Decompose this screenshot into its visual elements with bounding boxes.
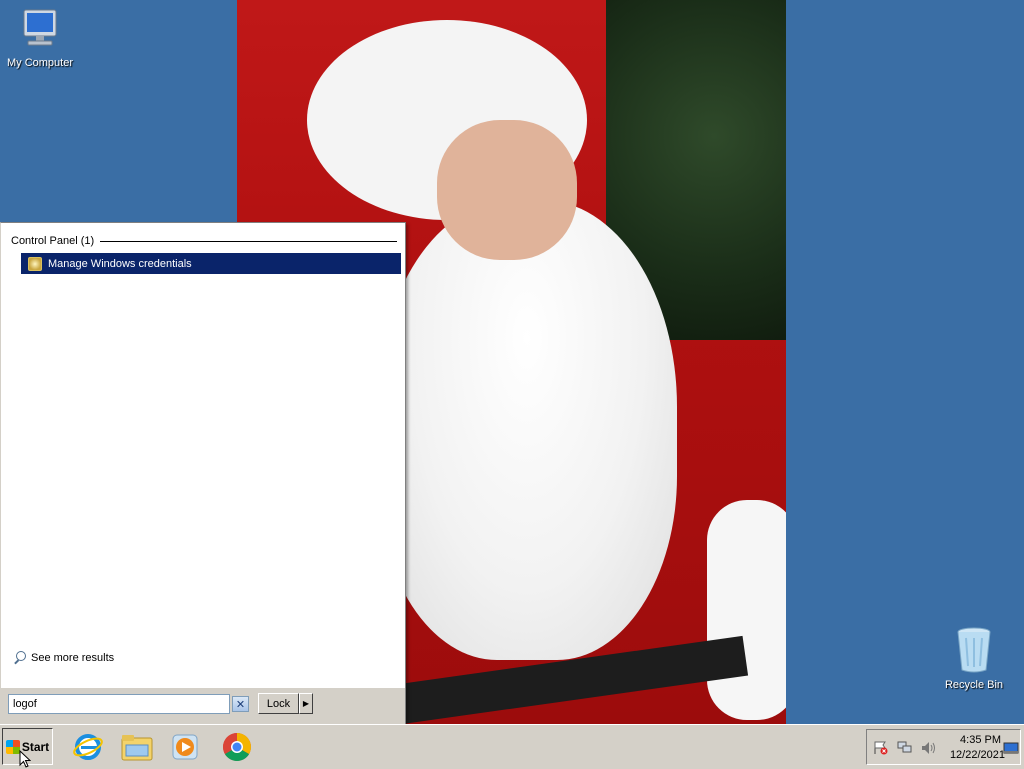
beard-shape	[377, 200, 677, 660]
clock-time[interactable]: 4:35 PM	[955, 734, 1001, 746]
search-input[interactable]	[8, 694, 230, 714]
system-tray: 4:35 PM 12/22/2021	[866, 729, 1021, 765]
taskbar-app-chrome[interactable]	[221, 731, 253, 763]
chrome-icon	[223, 733, 251, 761]
mouse-cursor-icon	[19, 750, 31, 768]
desktop-icon-label: My Computer	[6, 57, 74, 69]
see-more-results-link[interactable]: See more results	[13, 651, 114, 665]
media-player-icon	[172, 734, 198, 760]
taskbar: Start 4:35 PM 12/22/2021	[0, 724, 1024, 769]
group-header-label: Control Panel (1)	[11, 235, 95, 247]
start-menu: Control Panel (1) Manage Windows credent…	[0, 222, 406, 726]
lock-button-label: Lock	[266, 697, 291, 710]
clear-search-button[interactable]: ✕	[232, 696, 249, 712]
show-desktop-icon[interactable]	[1003, 741, 1019, 755]
search-result-label: Manage Windows credentials	[48, 257, 192, 270]
desktop-icon-label: Recycle Bin	[944, 679, 1004, 691]
clock-date[interactable]: 12/22/2021	[945, 749, 1005, 761]
taskbar-app-internet-explorer[interactable]	[72, 731, 104, 763]
lock-button[interactable]: Lock	[258, 693, 299, 714]
close-icon: ✕	[235, 698, 246, 711]
search-bar: ✕ Lock ▶	[1, 687, 405, 726]
network-icon[interactable]	[897, 741, 913, 755]
desktop-icon-my-computer[interactable]: My Computer	[0, 8, 80, 69]
volume-icon[interactable]	[921, 741, 937, 755]
desktop-icon-recycle-bin[interactable]: Recycle Bin	[934, 624, 1014, 691]
chevron-right-icon: ▶	[302, 699, 310, 708]
results-group-header: Control Panel (1)	[11, 234, 397, 248]
file-explorer-icon	[121, 735, 153, 761]
search-icon	[13, 651, 27, 665]
windows-logo-icon	[5, 739, 20, 754]
action-center-flag-icon[interactable]	[873, 741, 889, 755]
credential-manager-icon	[28, 256, 42, 271]
computer-icon	[23, 9, 57, 46]
search-result-item[interactable]: Manage Windows credentials	[21, 253, 401, 274]
see-more-label: See more results	[31, 652, 115, 664]
face-shape	[437, 120, 577, 260]
internet-explorer-icon	[73, 734, 103, 760]
recycle-bin-icon	[957, 627, 991, 673]
power-options-arrow-button[interactable]: ▶	[299, 693, 313, 714]
taskbar-app-media-player[interactable]	[169, 731, 201, 763]
taskbar-app-file-explorer[interactable]	[121, 731, 153, 763]
group-divider	[100, 240, 397, 242]
sleeve-cuff-shape	[707, 500, 786, 720]
